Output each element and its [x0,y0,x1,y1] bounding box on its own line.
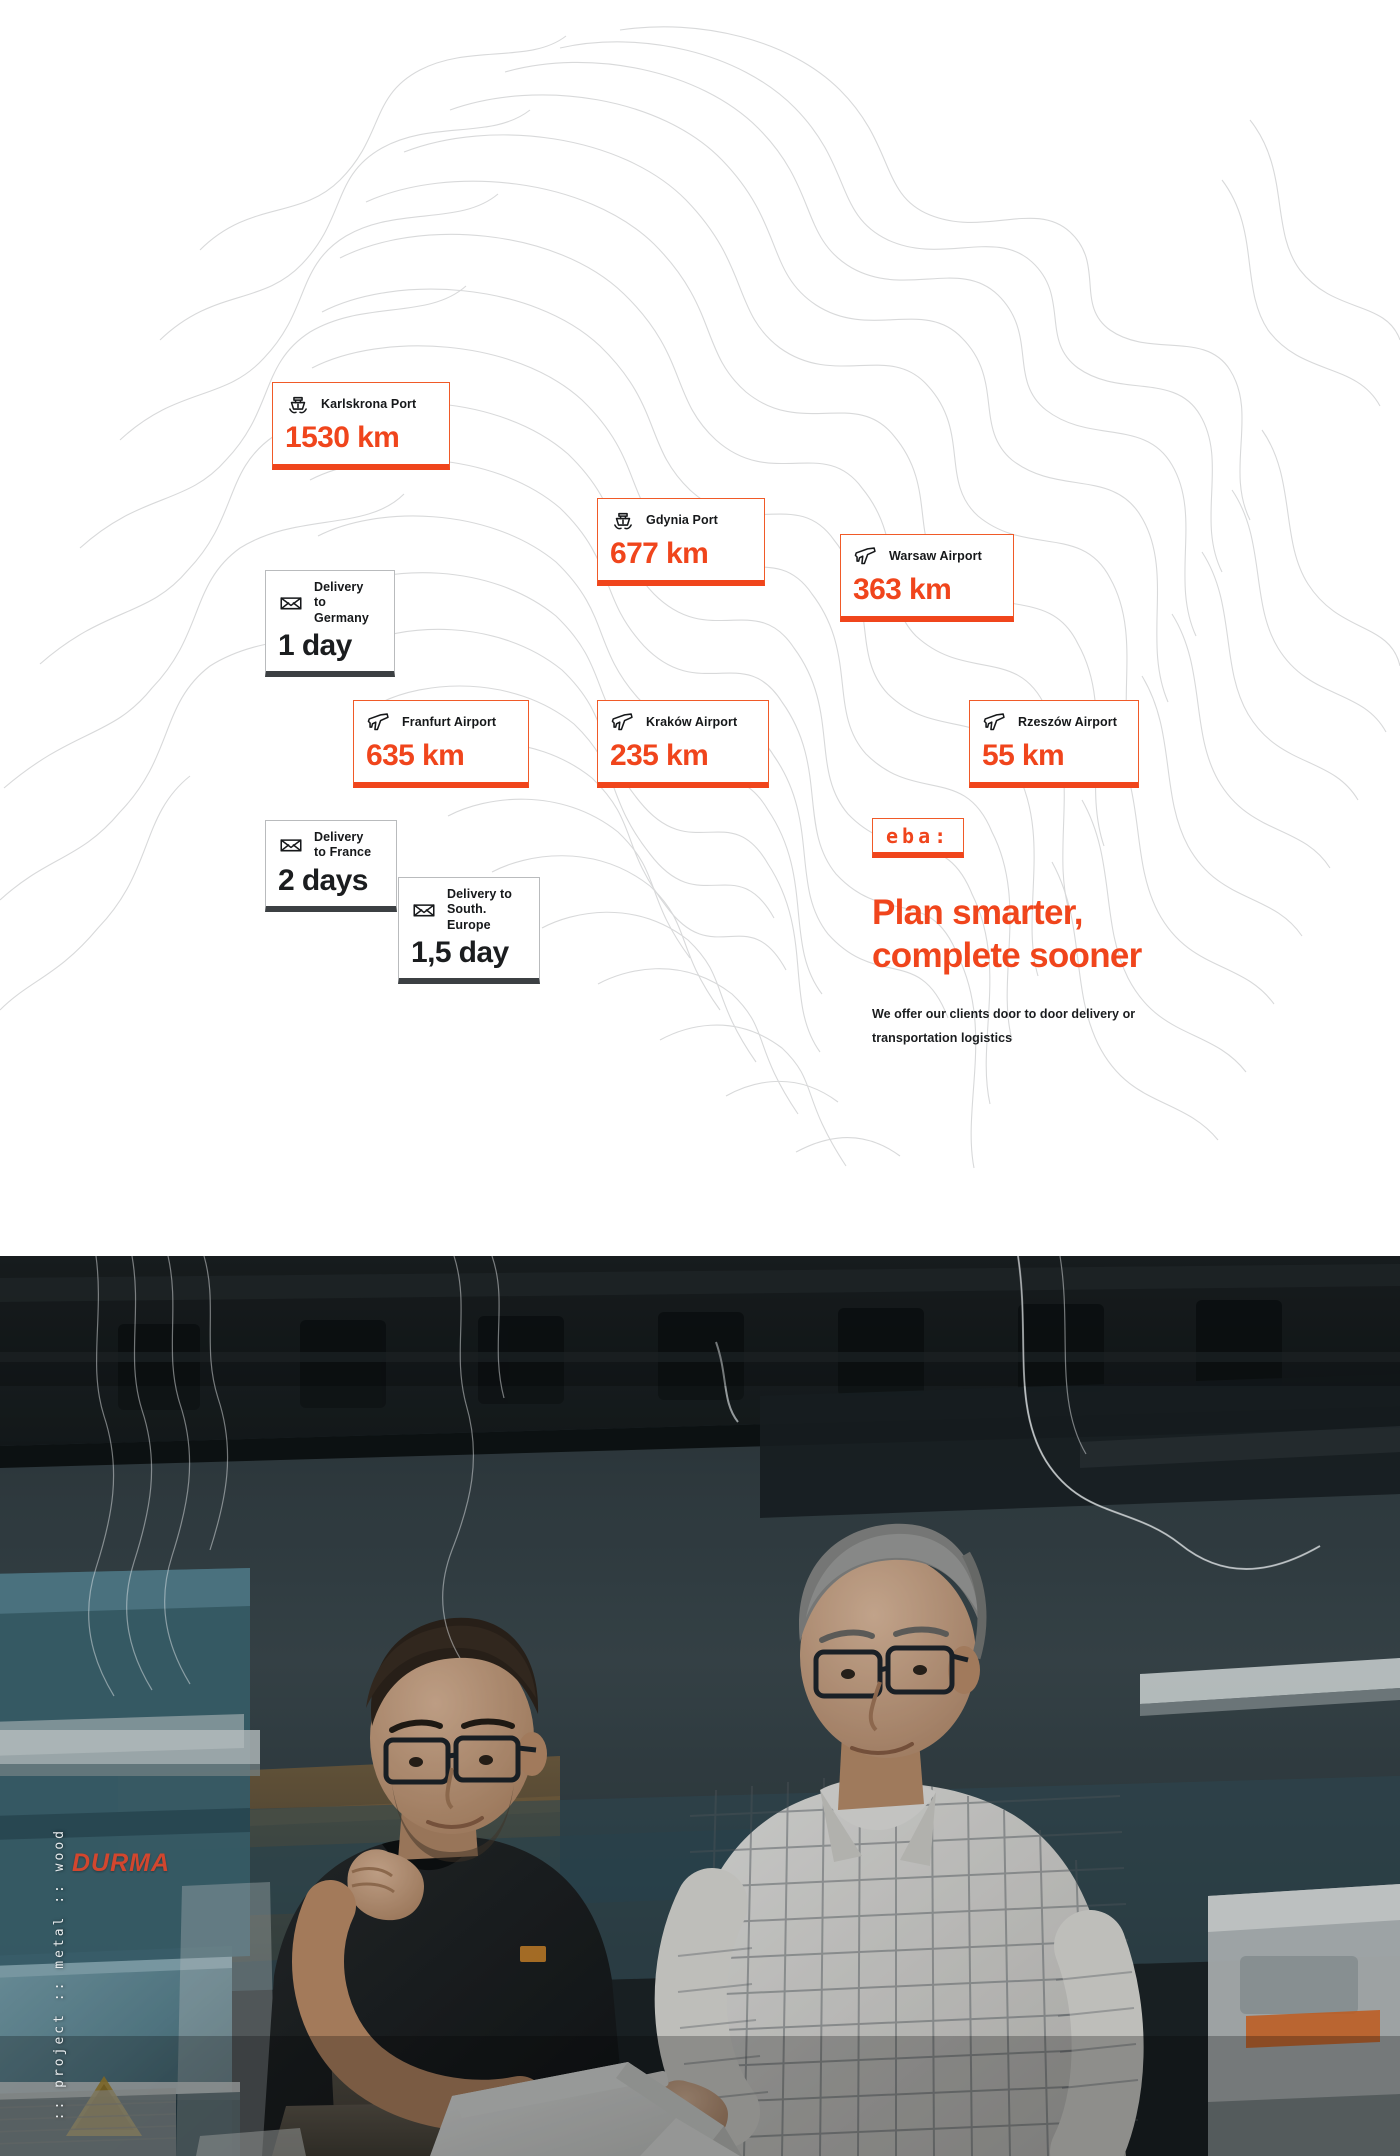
map-card-value: 363 km [853,573,952,606]
workshop-photo-section: :: project :: metal :: wood [0,1256,1400,2156]
map-card-label: Warsaw Airport [889,549,982,564]
map-card-label: Franfurt Airport [402,715,497,730]
map-card-frankfurt-airport[interactable]: Franfurt Airport 635 km [353,700,529,788]
map-card-header: Franfurt Airport [366,710,514,736]
map-card-label: Delivery to Germany [314,580,369,625]
photo-contour-overlay [88,1256,1321,1697]
map-card-label: Karlskrona Port [321,397,417,412]
plane-icon [366,710,392,736]
ship-icon [285,392,311,418]
map-card-rzeszow-airport[interactable]: Rzeszów Airport 55 km [969,700,1139,788]
envelope-icon [411,897,437,923]
brand-block: eba: Plan smarter, complete sooner We of… [872,818,1232,1050]
map-card-krakow-airport[interactable]: Kraków Airport 235 km [597,700,769,788]
plane-icon [853,544,879,570]
headline: Plan smarter, complete sooner [872,893,1142,975]
map-card-warsaw-airport[interactable]: Warsaw Airport 363 km [840,534,1014,622]
map-card-delivery-south-europe[interactable]: Delivery to South. Europe 1,5 day [398,877,540,985]
map-card-value: 1530 km [285,421,400,454]
map-card-value: 1,5 day [411,935,509,969]
map-card-value: 1 day [278,628,352,662]
eba-logo-text: eba: [886,824,951,848]
ship-icon [610,508,636,534]
map-card-gdynia-port[interactable]: Gdynia Port 677 km [597,498,765,586]
map-card-header: Kraków Airport [610,710,754,736]
envelope-icon [278,832,304,858]
subheadline-text: We offer our clients door to door delive… [872,1007,1136,1045]
machine-brand-label: DURMA [72,1849,171,1877]
vertical-tagline: :: project :: metal :: wood [52,1827,67,2120]
logistics-map-section: Karlskrona Port 1530 km Gdynia Port 677 km W… [0,0,1400,1256]
map-card-header: Delivery to France [278,830,382,861]
map-card-value: 677 km [610,537,709,570]
map-card-label: Gdynia Port [646,513,718,528]
map-card-karlskrona-port[interactable]: Karlskrona Port 1530 km [272,382,450,470]
map-card-header: Delivery to South. Europe [411,887,525,933]
map-card-header: Gdynia Port [610,508,750,534]
map-card-value: 55 km [982,739,1065,772]
map-card-header: Delivery to Germany [278,580,380,626]
eba-logo[interactable]: eba: [872,818,965,858]
map-card-label: Kraków Airport [646,715,738,730]
map-card-label: Delivery to South. Europe [447,887,513,932]
map-card-label: Rzeszów Airport [1018,715,1117,730]
map-card-header: Warsaw Airport [853,544,999,570]
map-card-delivery-france[interactable]: Delivery to France 2 days [265,820,397,912]
map-card-value: 635 km [366,739,465,772]
map-card-delivery-germany[interactable]: Delivery to Germany 1 day [265,570,395,678]
topographic-contour-background [0,26,1400,1169]
map-card-label: Delivery to France [314,830,372,860]
plane-icon [610,710,636,736]
page-root: Karlskrona Port 1530 km Gdynia Port 677 km W… [0,0,1400,2156]
map-card-header: Karlskrona Port [285,392,435,418]
map-card-header: Rzeszów Airport [982,710,1124,736]
map-card-value: 2 days [278,863,368,897]
plane-icon [982,710,1008,736]
map-card-value: 235 km [610,739,709,772]
envelope-icon [278,590,304,616]
